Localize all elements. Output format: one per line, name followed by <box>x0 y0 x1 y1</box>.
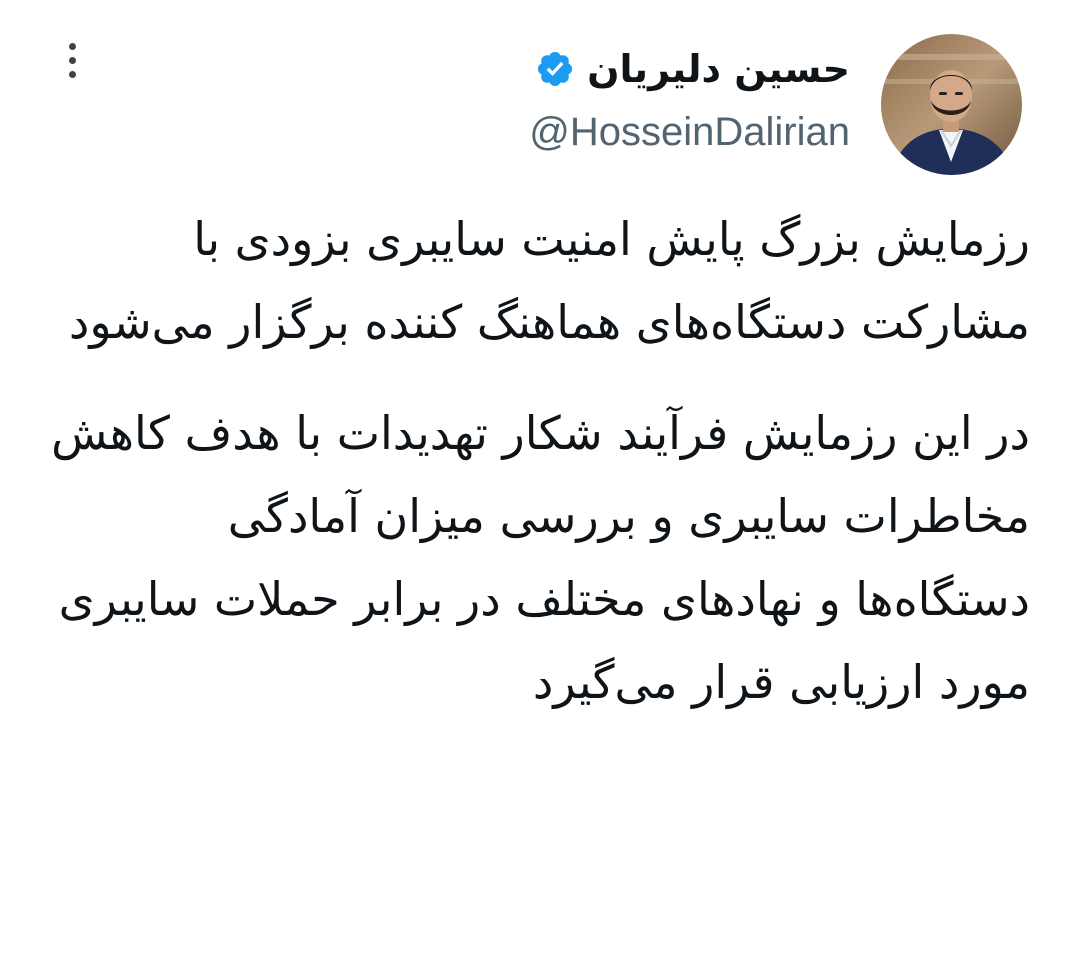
more-vertical-icon <box>68 70 76 78</box>
verified-badge-icon <box>538 51 573 87</box>
tweet-paragraph: رزمایش بزرگ پایش امنیت سایبری بزودی با م… <box>68 212 1030 349</box>
name-row: حسین دلیریان <box>330 40 850 98</box>
profile-photo-icon <box>881 34 1022 175</box>
more-vertical-icon <box>68 56 76 64</box>
author-handle[interactable]: @HosseinDalirian <box>330 110 850 155</box>
more-vertical-icon <box>68 42 76 50</box>
tweet-text: رزمایش بزرگ پایش امنیت سایبری بزودی با م… <box>40 198 1030 724</box>
tweet-paragraph: در این رزمایش فرآیند شکار تهدیدات با هدف… <box>51 406 1030 709</box>
tweet-header: حسین دلیریان @HosseinDalirian <box>330 40 850 155</box>
tweet-card: حسین دلیریان @HosseinDalirian رزمایش بزر… <box>0 0 1080 972</box>
more-options-button[interactable] <box>52 36 92 84</box>
author-display-name[interactable]: حسین دلیریان <box>587 47 850 91</box>
avatar[interactable] <box>881 34 1022 175</box>
